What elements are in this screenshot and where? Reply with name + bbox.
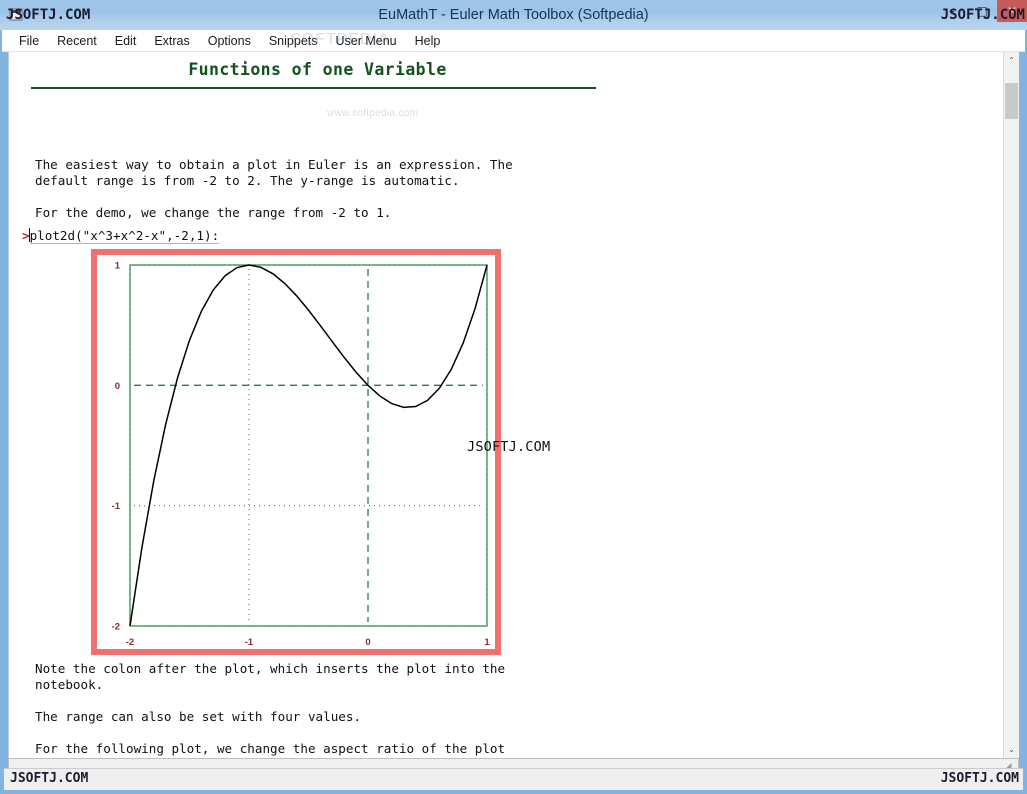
title-bar: EuMathT - Euler Math Toolbox (Softpedia)… [0,0,1027,30]
paragraph-demo-range: For the demo, we change the range from -… [35,205,392,220]
menu-item-edit[interactable]: Edit [106,32,146,50]
chart-x-tick-label: 1 [484,637,490,648]
watermark-status-left: JSOFTJ.COM [10,771,89,786]
plot-chart[interactable]: -2 -1 0 1 -2 -1 0 1 [97,255,495,649]
menu-item-user-menu[interactable]: User Menu [327,32,406,50]
chart-x-tick-label: -2 [126,637,134,648]
vertical-scrollbar[interactable]: ⌃ ⌄ [1003,52,1019,758]
application-window: EuMathT - Euler Math Toolbox (Softpedia)… [0,0,1027,794]
scroll-up-icon[interactable]: ⌃ [1004,52,1019,69]
paragraph-four-values: The range can also be set with four valu… [35,709,362,724]
page-title-rule [31,87,596,89]
command-line[interactable]: >plot2d("x^3+x^2-x",-2,1): [22,228,220,244]
chart-y-tick-label: 1 [115,261,121,272]
chart-background [97,255,495,649]
notebook-document[interactable]: Functions of one Variable www.softpedia.… [9,52,1004,758]
window-title: EuMathT - Euler Math Toolbox (Softpedia) [378,7,649,23]
menu-item-snippets[interactable]: Snippets [260,32,327,50]
scrollbar-thumb[interactable] [1005,83,1018,119]
menu-item-extras[interactable]: Extras [145,32,198,50]
paragraph-aspect-ratio: For the following plot, we change the as… [35,741,566,758]
chart-x-tick-label: 0 [365,637,370,648]
watermark-title-left: JSOFTJ.COM [6,7,91,23]
menu-bar: File Recent Edit Extras Options Snippets… [2,30,1025,52]
watermark-softpedia-url: www.softpedia.com [327,108,419,119]
chart-y-tick-label: 0 [115,381,120,392]
scroll-down-icon[interactable]: ⌄ [1004,741,1019,758]
watermark-status-right: JSOFTJ.COM [940,771,1019,786]
status-bar: JSOFTJ.COM JSOFTJ.COM [4,768,1023,790]
chart-x-tick-label: -1 [245,637,254,648]
page-title: Functions of one Variable [188,60,447,79]
watermark-title-right: JSOFTJ.COM [940,7,1025,23]
menu-item-options[interactable]: Options [199,32,260,50]
plot-output-selected[interactable]: -2 -1 0 1 -2 -1 0 1 [91,249,501,655]
command-text[interactable]: plot2d("x^3+x^2-x",-2,1): [29,228,220,244]
chart-y-tick-label: -1 [112,501,121,512]
notebook-scroll-area[interactable]: Functions of one Variable www.softpedia.… [8,52,1019,758]
paragraph-intro: The easiest way to obtain a plot in Eule… [35,157,513,188]
menu-item-recent[interactable]: Recent [48,32,106,50]
menu-item-file[interactable]: File [10,32,48,50]
paragraph-note-colon: Note the colon after the plot, which ins… [35,661,506,692]
menu-item-help[interactable]: Help [406,32,450,50]
chart-y-tick-label: -2 [112,622,120,633]
